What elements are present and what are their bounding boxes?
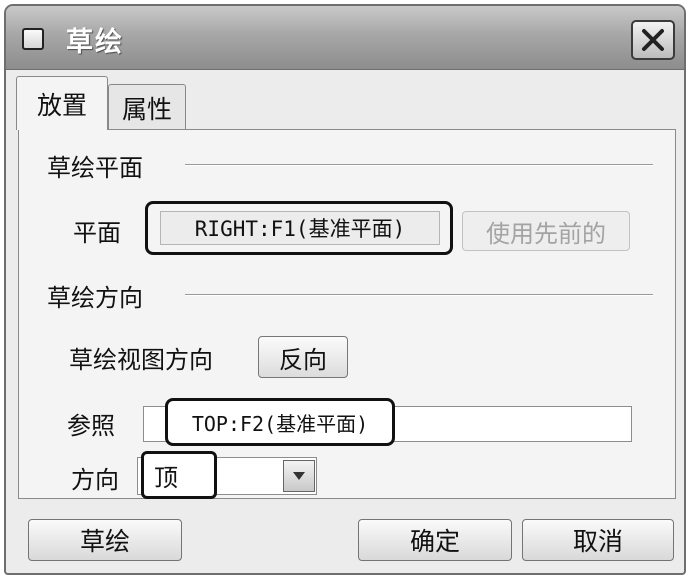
direction-label: 方向 [71,466,119,494]
window-icon [22,28,44,50]
direction-dropdown-button[interactable] [283,460,315,492]
direction-value[interactable]: 顶 [141,451,217,499]
flip-direction-button[interactable]: 反向 [258,336,348,378]
sketch-plane-group-label: 草绘平面 [47,154,143,182]
sketch-orientation-divider [185,294,653,296]
sketch-button[interactable]: 草绘 [28,519,182,561]
tab-placement[interactable]: 放置 [16,76,108,130]
cancel-button[interactable]: 取消 [522,519,674,561]
reference-value[interactable]: TOP:F2(基准平面) [165,398,395,446]
plane-value[interactable]: RIGHT:F1(基准平面) [160,211,440,245]
close-button[interactable] [631,20,675,60]
sketch-orientation-group-label: 草绘方向 [47,284,143,312]
sketch-plane-divider [185,164,653,166]
close-icon [642,29,664,51]
use-previous-button[interactable]: 使用先前的 [462,211,630,251]
chevron-down-icon [293,472,305,480]
tab-properties[interactable]: 属性 [108,84,186,130]
reference-label: 参照 [67,412,115,440]
placement-panel: 草绘平面 平面 RIGHT:F1(基准平面) 使用先前的 草绘方向 草绘视图方向… [18,129,676,499]
window-title: 草绘 [66,27,124,58]
title-bar[interactable]: 草绘 [6,6,684,70]
plane-label: 平面 [73,219,121,247]
plane-field-highlight[interactable]: RIGHT:F1(基准平面) [145,201,453,255]
ok-button[interactable]: 确定 [358,519,512,561]
sketch-dialog: 草绘 放置 属性 草绘平面 平面 RIGHT:F1(基准平面) 使用先前的 草绘… [4,4,686,575]
sketch-view-direction-label: 草绘视图方向 [69,346,213,374]
